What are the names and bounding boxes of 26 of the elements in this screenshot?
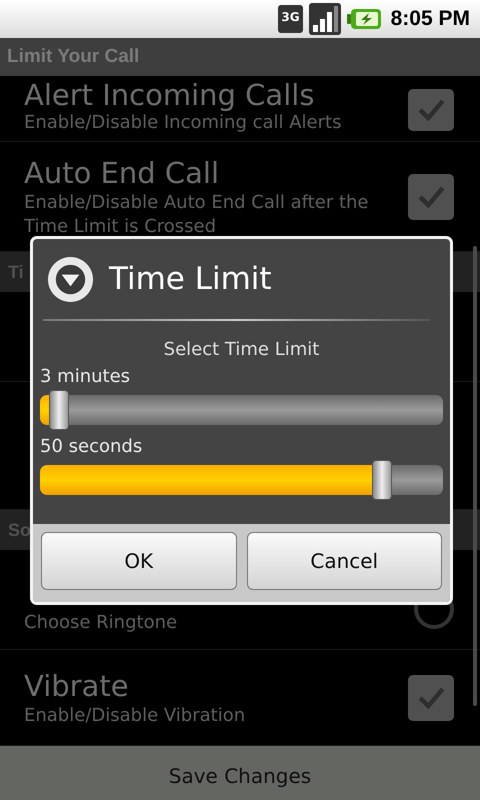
scrollbar[interactable]	[473, 246, 477, 706]
dialog-message: Select Time Limit	[162, 339, 320, 360]
checkbox[interactable]	[408, 174, 454, 220]
preference-summary: Enable/Disable Vibration	[24, 704, 246, 728]
slider-value-label: 3 minutes	[40, 366, 132, 387]
network-type-icon: 3G	[278, 5, 303, 33]
clock: 8:05 PM	[390, 7, 470, 31]
preference-title: Alert Incoming Calls	[24, 79, 316, 111]
preference-summary: Enable/Disable Incoming call Alerts	[24, 111, 342, 135]
preference-title: Vibrate	[24, 668, 130, 704]
preference-summary: Choose Ringtone	[24, 611, 178, 635]
window-title: Limit Your Call	[7, 46, 140, 68]
dropdown-icon	[47, 256, 94, 302]
slider[interactable]	[40, 390, 443, 430]
checkbox[interactable]	[408, 674, 454, 720]
checkbox[interactable]	[408, 89, 454, 131]
preference-summary: Enable/Disable Auto End Call after the Time Limit is Crossed	[24, 190, 370, 238]
slider-thumb[interactable]	[49, 390, 70, 430]
battery-charging-icon	[346, 8, 381, 30]
cancel-button[interactable]: Cancel	[246, 532, 442, 590]
signal-icon	[308, 3, 341, 35]
slider[interactable]	[40, 460, 443, 500]
slider-value-label: 50 seconds	[40, 436, 144, 457]
slider-thumb[interactable]	[372, 460, 392, 500]
preference-title: Auto End Call	[24, 154, 220, 190]
ok-button[interactable]: OK	[41, 532, 236, 590]
